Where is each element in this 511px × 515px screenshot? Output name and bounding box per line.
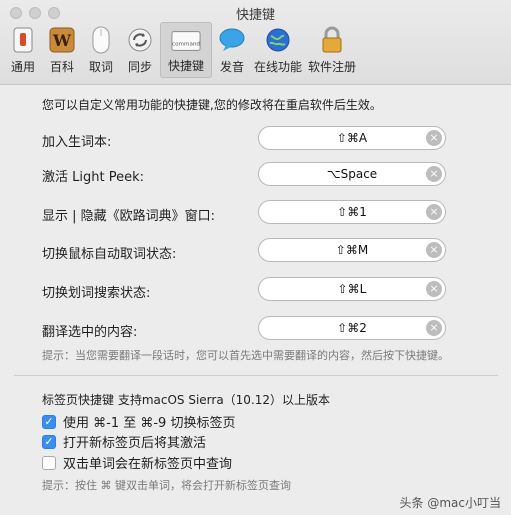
- keyboard-icon: command: [171, 27, 201, 55]
- shortcuts-pane: 您可以自定义常用功能的快捷键,您的修改将在重启软件后生效。 加入生词本: ⇧⌘A…: [0, 85, 511, 515]
- tab-shortcuts[interactable]: command 快捷键: [160, 22, 212, 78]
- tab-online-features[interactable]: 在线功能: [252, 22, 304, 78]
- shortcut-field-mouse-capture[interactable]: ⇧⌘M ×: [258, 238, 446, 262]
- shortcut-label-translate-selection: 翻译选中的内容:: [42, 325, 138, 340]
- tab-registration[interactable]: 软件注册: [305, 22, 359, 78]
- clear-icon[interactable]: ×: [426, 242, 442, 258]
- speech-bubble-icon: [217, 26, 247, 54]
- shortcut-field-toggle-window[interactable]: ⇧⌘1 ×: [258, 200, 446, 224]
- window-title: 快捷键: [235, 8, 275, 23]
- tab-capture-word[interactable]: 取词: [82, 22, 120, 78]
- shortcut-label-toggle-window: 显示 | 隐藏《欧路词典》窗口:: [42, 209, 216, 224]
- shortcut-label-mouse-capture: 切换鼠标自动取词状态:: [42, 247, 177, 262]
- mouse-icon: [86, 26, 116, 54]
- sync-icon: [125, 26, 155, 54]
- option-switch-tabs[interactable]: ✓ 使用 ⌘-1 至 ⌘-9 切换标签页: [42, 412, 235, 431]
- shortcut-field-add-word[interactable]: ⇧⌘A ×: [258, 126, 446, 150]
- clear-icon[interactable]: ×: [426, 204, 442, 220]
- shortcut-field-translate-selection[interactable]: ⇧⌘2 ×: [258, 316, 446, 340]
- checkbox-checked[interactable]: ✓: [42, 414, 56, 429]
- tabs-section-title: 标签页快捷键 支持macOS Sierra（10.12）以上版本: [42, 393, 331, 407]
- tab-wiki[interactable]: W 百科: [43, 22, 81, 78]
- keyboard-icon-text: command: [172, 42, 200, 48]
- intro-text: 您可以自定义常用功能的快捷键,您的修改将在重启软件后生效。: [42, 98, 382, 112]
- option-double-click-new-tab[interactable]: 双击单词会在新标签页中查询: [42, 453, 232, 472]
- tab-general[interactable]: 通用: [4, 22, 42, 78]
- clear-icon[interactable]: ×: [426, 166, 442, 182]
- svg-text:W: W: [52, 31, 72, 50]
- clear-icon[interactable]: ×: [426, 130, 442, 146]
- title-bar: 快捷键 通用 W 百科 取词 同步 command 快捷键 发音 在线功能 软件…: [0, 0, 511, 85]
- tab-pronunciation[interactable]: 发音: [213, 22, 251, 78]
- clear-icon[interactable]: ×: [426, 281, 442, 297]
- section-divider: [14, 375, 498, 376]
- switch-icon: [8, 26, 38, 54]
- wiki-w-icon: W: [47, 26, 77, 54]
- tab-sync[interactable]: 同步: [121, 22, 159, 78]
- shortcut-label-selection-search: 切换划词搜索状态:: [42, 286, 151, 301]
- checkbox-checked[interactable]: ✓: [42, 434, 56, 449]
- shortcut-label-light-peek: 激活 Light Peek:: [42, 170, 144, 185]
- watermark-text: 头条 @mac小叮当: [399, 496, 501, 510]
- option-activate-new-tab[interactable]: ✓ 打开新标签页后将其激活: [42, 432, 206, 451]
- globe-icon: [263, 26, 293, 54]
- shortcut-field-light-peek[interactable]: ⌥Space ×: [258, 162, 446, 186]
- shortcut-label-add-word: 加入生词本:: [42, 135, 112, 150]
- lock-icon: [317, 26, 347, 54]
- shortcut-hint: 提示：当您需要翻译一段话时，您可以首先选中需要翻译的内容，然后按下快捷键。: [42, 349, 449, 362]
- tabs-hint: 提示：按住 ⌘ 键双击单词，将会打开新标签页查询: [42, 479, 291, 492]
- preferences-toolbar: 通用 W 百科 取词 同步 command 快捷键 发音 在线功能 软件注册: [4, 22, 360, 78]
- checkbox-unchecked[interactable]: [42, 455, 56, 470]
- clear-icon[interactable]: ×: [426, 320, 442, 336]
- shortcut-field-selection-search[interactable]: ⇧⌘L ×: [258, 277, 446, 301]
